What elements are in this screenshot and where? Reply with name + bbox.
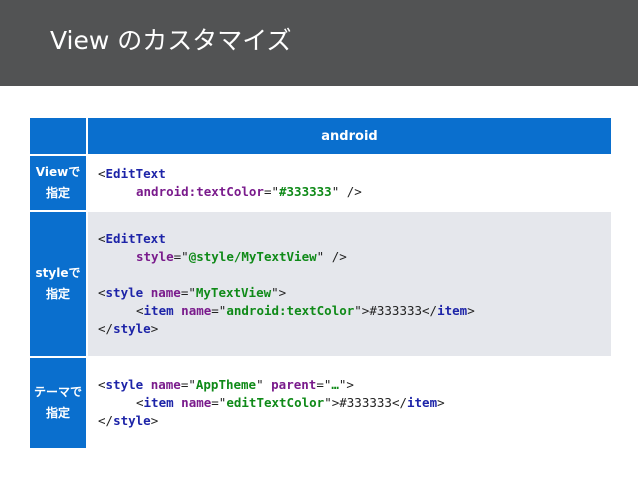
comparison-table: android Viewで 指定 <EditText android:textCo… xyxy=(28,116,613,450)
code-block-theme: <style name="AppTheme" parent="…"> <item … xyxy=(88,358,611,448)
code-block-style: <EditText style="@style/MyTextView" /> <st… xyxy=(88,212,611,356)
row-label-line: Viewで xyxy=(35,165,81,179)
code-line: style="@style/MyTextView" /> xyxy=(136,249,347,264)
table-row-style: styleで 指定 <EditText style="@style/MyTextV… xyxy=(30,212,611,356)
code-line: <EditText xyxy=(98,166,166,181)
header-corner-cell xyxy=(30,118,86,154)
table-row-view: Viewで 指定 <EditText android:textColor="#33… xyxy=(30,156,611,210)
slide-header: View のカスタマイズ xyxy=(0,0,638,86)
row-label-line: 指定 xyxy=(45,287,70,301)
row-label-line: 指定 xyxy=(45,406,70,420)
code-line: </style> xyxy=(98,321,159,336)
row-label-view: Viewで 指定 xyxy=(30,156,86,210)
code-block-view: <EditText android:textColor="#333333" /> xyxy=(88,156,611,210)
row-label-theme: テーマで 指定 xyxy=(30,358,86,448)
column-header-android: android xyxy=(88,118,611,154)
row-label-line: styleで xyxy=(35,266,81,280)
code-line: <style name="MyTextView"> xyxy=(98,285,287,300)
code-line: <item name="editTextColor">#333333</item… xyxy=(136,395,445,410)
row-label-line: テーマで xyxy=(33,385,82,399)
code-line: android:textColor="#333333" /> xyxy=(136,184,362,199)
row-label-style: styleで 指定 xyxy=(30,212,86,356)
slide-title: View のカスタマイズ xyxy=(50,26,292,55)
code-line: </style> xyxy=(98,413,159,428)
code-line: <style name="AppTheme" parent="…"> xyxy=(98,377,354,392)
table-header-row: android xyxy=(30,118,611,154)
table-row-theme: テーマで 指定 <style name="AppTheme" parent="…… xyxy=(30,358,611,448)
row-label-line: 指定 xyxy=(45,186,70,200)
code-line: <item name="android:textColor">#333333</… xyxy=(136,303,475,318)
code-line: <EditText xyxy=(98,231,166,246)
